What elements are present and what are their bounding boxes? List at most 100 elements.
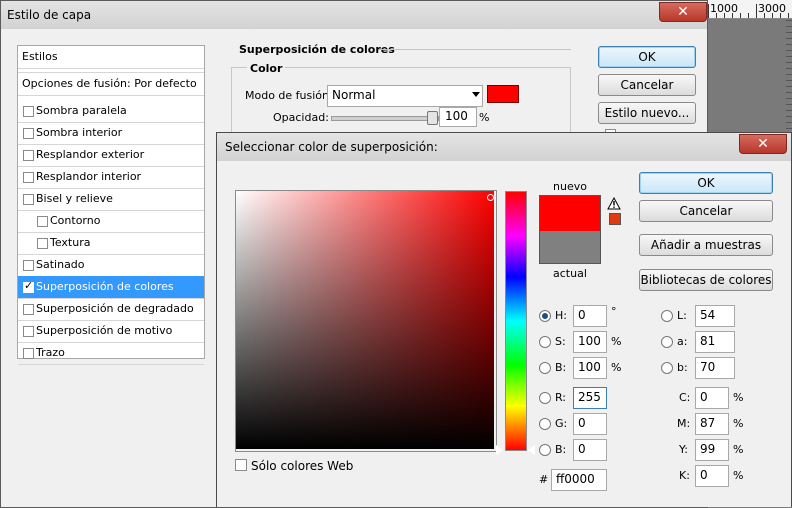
- new-style-button[interactable]: Estilo nuevo...: [598, 102, 696, 124]
- hue-input[interactable]: 0: [573, 305, 607, 327]
- black-label: K:: [679, 469, 690, 482]
- brightness-radio[interactable]: [539, 362, 551, 374]
- style-item-label: Bisel y relieve: [36, 192, 113, 205]
- style-item[interactable]: Superposición de degradado: [18, 298, 204, 321]
- color-picker-titlebar[interactable]: Seleccionar color de superposición: ✕: [217, 133, 791, 161]
- hue-slider[interactable]: [505, 191, 527, 451]
- ok-button[interactable]: OK: [639, 172, 773, 194]
- yellow-input[interactable]: 99: [695, 439, 729, 461]
- style-item-label: Contorno: [50, 214, 101, 227]
- close-button[interactable]: ✕: [659, 2, 707, 22]
- style-item[interactable]: Trazo: [18, 342, 204, 365]
- green-label: G:: [555, 417, 568, 430]
- blend-mode-select[interactable]: Normal: [327, 85, 483, 107]
- opacity-slider-track[interactable]: [331, 116, 439, 121]
- style-item-checkbox[interactable]: [23, 172, 34, 183]
- red-radio[interactable]: [539, 392, 551, 404]
- style-item-checkbox[interactable]: [37, 216, 48, 227]
- style-item[interactable]: Textura: [18, 232, 204, 255]
- hue-slider-arrow-left[interactable]: [496, 445, 503, 455]
- current-color-swatch[interactable]: [539, 231, 601, 264]
- style-item[interactable]: Sombra paralela: [18, 100, 204, 123]
- style-item-label: Textura: [50, 236, 91, 249]
- style-item-checkbox[interactable]: [23, 304, 34, 315]
- magenta-unit: %: [733, 417, 744, 430]
- a-channel-radio[interactable]: [661, 336, 673, 348]
- web-colors-label: Sólo colores Web: [251, 459, 354, 473]
- style-item-label: Superposición de degradado: [36, 302, 194, 315]
- style-item[interactable]: Superposición de motivo: [18, 320, 204, 343]
- green-input[interactable]: 0: [573, 413, 607, 435]
- lightness-radio[interactable]: [661, 310, 673, 322]
- cyan-unit: %: [733, 391, 744, 404]
- green-radio[interactable]: [539, 418, 551, 430]
- gamut-color-swatch[interactable]: [609, 213, 621, 225]
- a-channel-input[interactable]: 81: [695, 331, 735, 353]
- add-to-swatches-button[interactable]: Añadir a muestras: [639, 234, 773, 256]
- b-channel-label: b:: [677, 361, 688, 374]
- style-item[interactable]: Resplandor interior: [18, 166, 204, 189]
- style-item[interactable]: Contorno: [18, 210, 204, 233]
- blue-label: B:: [555, 443, 567, 456]
- section-divider: [379, 49, 571, 50]
- ok-button[interactable]: OK: [598, 46, 696, 68]
- style-item[interactable]: Satinado: [18, 254, 204, 277]
- layer-style-titlebar[interactable]: Estilo de capa ✕: [1, 1, 707, 29]
- saturation-radio[interactable]: [539, 336, 551, 348]
- style-item[interactable]: Resplandor exterior: [18, 144, 204, 167]
- style-item-checkbox[interactable]: [23, 348, 34, 359]
- style-item[interactable]: Sombra interior: [18, 122, 204, 145]
- styles-list: Estilos Opciones de fusión: Por defecto …: [17, 45, 205, 365]
- hex-input[interactable]: ff0000: [551, 469, 607, 491]
- cancel-button[interactable]: Cancelar: [598, 74, 696, 96]
- yellow-label: Y:: [679, 443, 688, 456]
- style-item-label: Superposición de colores: [36, 280, 174, 293]
- blue-radio[interactable]: [539, 444, 551, 456]
- black-input[interactable]: 0: [695, 465, 729, 487]
- opacity-input[interactable]: 100: [439, 107, 477, 127]
- b-channel-input[interactable]: 70: [695, 357, 735, 379]
- overlay-color-swatch[interactable]: [487, 85, 519, 103]
- color-libraries-button[interactable]: Bibliotecas de colores: [639, 269, 773, 291]
- style-item-checkbox[interactable]: [23, 150, 34, 161]
- hex-label: #: [539, 473, 549, 486]
- hue-radio[interactable]: [539, 310, 551, 322]
- opacity-slider-thumb[interactable]: [427, 111, 438, 125]
- blue-input[interactable]: 0: [573, 439, 607, 461]
- style-item-checkbox[interactable]: [23, 260, 34, 271]
- style-item-checkbox[interactable]: [23, 106, 34, 117]
- brightness-unit: %: [611, 361, 622, 374]
- style-item[interactable]: Bisel y relieve: [18, 188, 204, 211]
- magenta-label: M:: [677, 417, 691, 430]
- red-input[interactable]: 255: [573, 387, 607, 409]
- blend-mode-label: Modo de fusión:: [245, 89, 333, 102]
- black-unit: %: [733, 469, 744, 482]
- style-item-checkbox[interactable]: ✓: [23, 279, 34, 293]
- warning-triangle-icon[interactable]: [607, 197, 621, 210]
- style-item-checkbox[interactable]: [37, 238, 48, 249]
- close-icon: ✕: [677, 4, 689, 20]
- close-button[interactable]: ✕: [739, 134, 787, 154]
- saturation-input[interactable]: 100: [573, 331, 607, 353]
- magenta-input[interactable]: 87: [695, 413, 729, 435]
- hue-slider-arrow-right[interactable]: [528, 445, 535, 455]
- lightness-input[interactable]: 54: [695, 305, 735, 327]
- style-item-label: Satinado: [36, 258, 85, 271]
- b-channel-radio[interactable]: [661, 362, 673, 374]
- web-colors-checkbox[interactable]: [235, 459, 247, 471]
- saturation-label: S:: [555, 335, 566, 348]
- brightness-input[interactable]: 100: [573, 357, 607, 379]
- cyan-input[interactable]: 0: [695, 387, 729, 409]
- style-item[interactable]: ✓ Superposición de colores: [18, 276, 204, 299]
- style-item-checkbox[interactable]: [23, 128, 34, 139]
- style-item-checkbox[interactable]: [23, 326, 34, 337]
- close-icon: ✕: [757, 136, 769, 152]
- cancel-button[interactable]: Cancelar: [639, 200, 773, 222]
- blend-options-item[interactable]: Opciones de fusión: Por defecto: [18, 72, 204, 96]
- styles-header[interactable]: Estilos: [18, 46, 204, 69]
- field-cursor[interactable]: [487, 194, 494, 201]
- saturation-brightness-field[interactable]: [236, 191, 494, 449]
- new-color-swatch: [539, 195, 601, 232]
- cyan-label: C:: [679, 391, 691, 404]
- style-item-checkbox[interactable]: [23, 194, 34, 205]
